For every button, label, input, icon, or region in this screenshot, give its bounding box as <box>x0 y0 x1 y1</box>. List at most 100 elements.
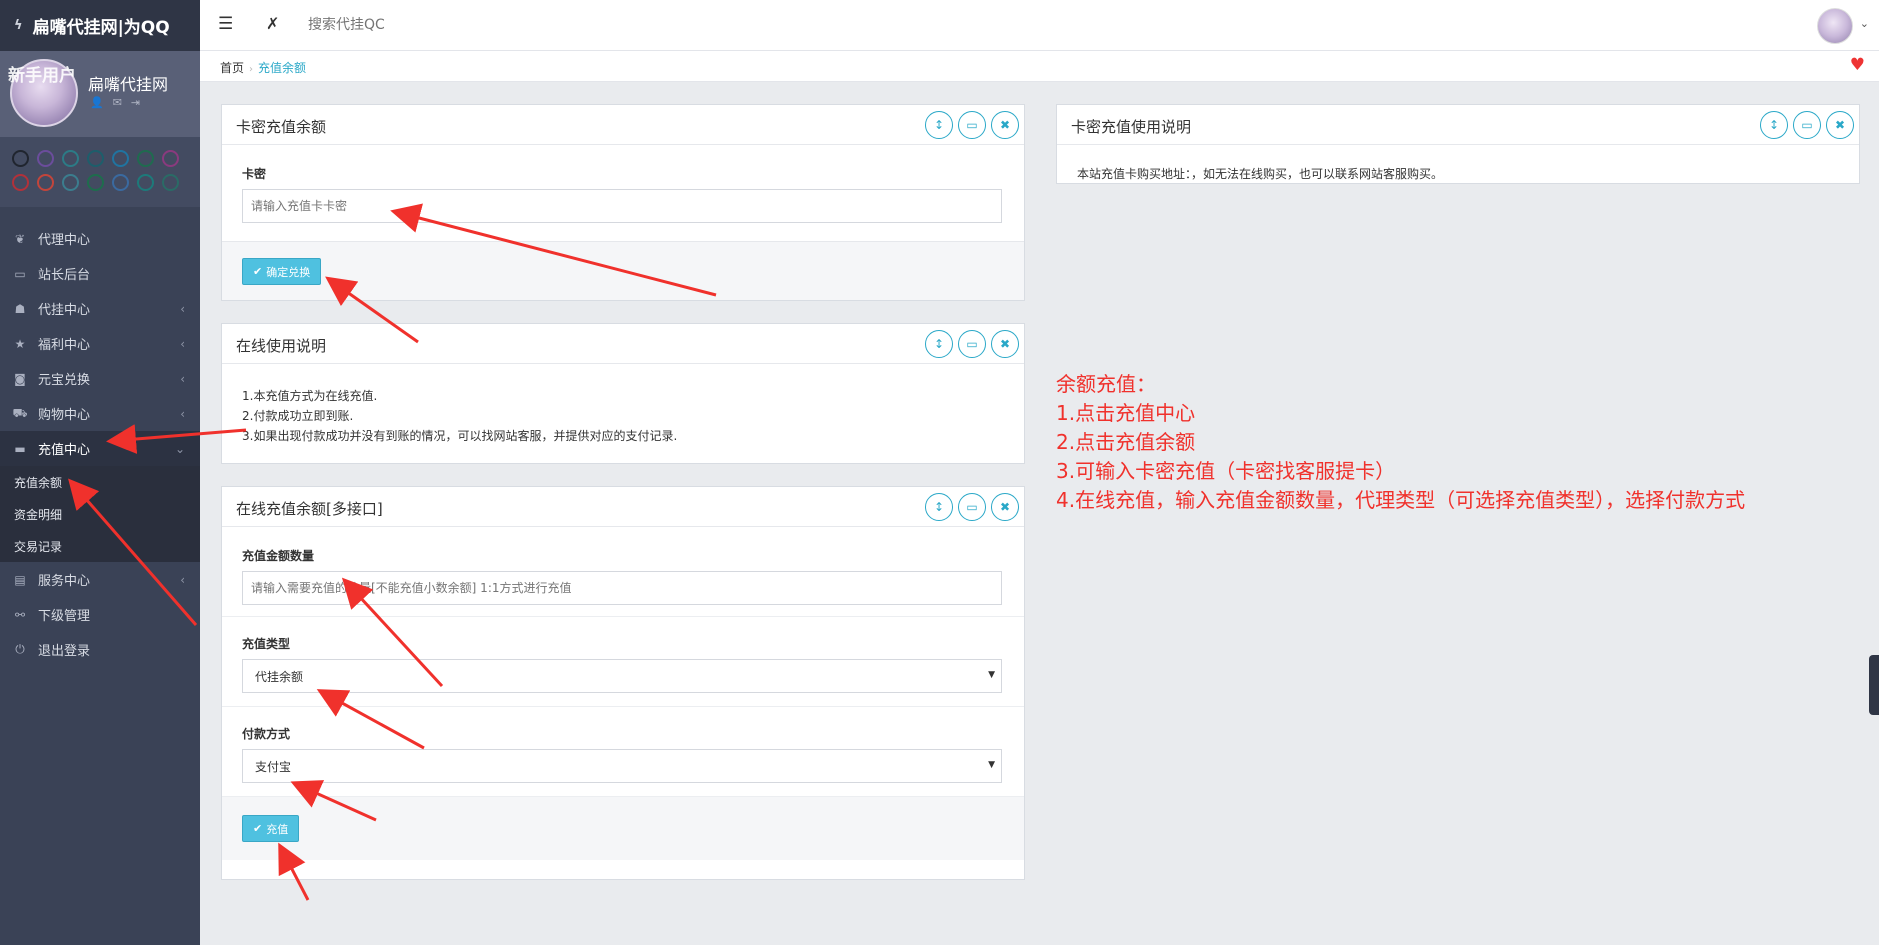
brand-title: 扁嘴代挂网|为QQ <box>32 18 170 38</box>
card-code-input[interactable] <box>242 189 1002 223</box>
theme-swatch[interactable] <box>37 150 54 167</box>
recharge-type-select[interactable]: 代挂余额 ▼ <box>242 659 1002 693</box>
scroll-handle[interactable] <box>1869 655 1879 715</box>
theme-swatch[interactable] <box>87 150 104 167</box>
sidebar-subitem[interactable]: 资金明细 <box>0 498 200 530</box>
panel-header: 在线充值余额[多接口] ↕ ▭ ✖ <box>222 487 1024 527</box>
sidebar-item[interactable]: ▤ 服务中心 ‹ <box>0 562 200 597</box>
sidebar-nav: ❦ 代理中心 ▭ 站长后台 ☗ 代挂中心 ‹ ★ 福利中心 ‹ ◙ 元宝兑换 ‹ ⛟ 购物中心 ‹ ▬ 充值中心 ⌄… <box>0 207 200 667</box>
panel-title: 在线使用说明 <box>236 337 327 355</box>
sidebar-item-label: 福利中心 <box>38 338 91 353</box>
fullscreen-icon[interactable]: ▭ <box>958 111 986 139</box>
theme-swatch[interactable] <box>12 174 29 191</box>
close-icon[interactable]: ✖ <box>991 330 1019 358</box>
qq-icon: ☗ <box>14 301 26 316</box>
chevron-icon: ⌄ <box>174 441 185 456</box>
fullscreen-icon[interactable]: ▭ <box>958 330 986 358</box>
sidebar-subitem[interactable]: 交易记录 <box>0 530 200 562</box>
brand-bar[interactable]: ϟ 扁嘴代挂网|为QQ <box>0 0 200 51</box>
annotation-line: 3.可输入卡密充值（卡密找客服提卡） <box>1056 459 1396 483</box>
sidebar: ϟ 扁嘴代挂网|为QQ 新手用户 扁嘴代挂网 👤 ✉ ⇥ ❦ 代理中心 ▭ 站长后台 ☗… <box>0 0 200 945</box>
theme-swatch[interactable] <box>87 174 104 191</box>
theme-swatch[interactable] <box>12 150 29 167</box>
theme-swatch[interactable] <box>137 174 154 191</box>
theme-swatch[interactable] <box>112 174 129 191</box>
theme-swatch[interactable] <box>37 174 54 191</box>
annotation-line: 2.点击充值余额 <box>1056 430 1196 454</box>
collapse-icon[interactable]: ↕ <box>925 493 953 521</box>
sidebar-item-label: 代理中心 <box>38 233 91 248</box>
annotation-line: 4.在线充值，输入充值金额数量，代理类型（可选择充值类型），选择付款方式 <box>1056 488 1746 512</box>
theme-swatch[interactable] <box>62 150 79 167</box>
close-icon[interactable]: ✖ <box>991 493 1019 521</box>
chevron-icon: ‹ <box>180 406 185 421</box>
breadcrumb-home[interactable]: 首页 <box>220 61 244 75</box>
redeem-button[interactable]: ✔ 确定兑换 <box>242 258 322 285</box>
breadcrumb-separator: › <box>249 64 254 75</box>
sidebar-item[interactable]: ☗ 代挂中心 ‹ <box>0 291 200 326</box>
sidebar-subitem[interactable]: 充值余额 <box>0 466 200 498</box>
panel-header: 在线使用说明 ↕ ▭ ✖ <box>222 324 1024 364</box>
sidebar-item[interactable]: ❦ 代理中心 <box>0 221 200 256</box>
recharge-button[interactable]: ✔ 充值 <box>242 815 300 842</box>
bolt-icon: ϟ <box>14 18 23 33</box>
collapse-icon[interactable]: ↕ <box>925 330 953 358</box>
search-input[interactable] <box>308 14 508 36</box>
chevron-down-icon[interactable]: ⌄ <box>1860 17 1869 30</box>
user-overlay-text: 新手用户 <box>8 66 76 86</box>
sidebar-item[interactable]: ▭ 站长后台 <box>0 256 200 291</box>
panel-controls: ↕ ▭ ✖ <box>925 111 1019 139</box>
theme-swatch[interactable] <box>112 150 129 167</box>
amount-input[interactable] <box>242 571 1002 605</box>
instruction-line: 3.如果出现付款成功并没有到账的情况，可以找网站客服，并提供对应的支付记录. <box>242 429 678 443</box>
fullscreen-icon[interactable]: ▭ <box>1793 111 1821 139</box>
amount-group: 充值金额数量 <box>222 527 1024 617</box>
sidebar-item[interactable]: ⚯ 下级管理 <box>0 597 200 632</box>
sidebar-item-label: 服务中心 <box>38 574 91 589</box>
envelope-icon[interactable]: ✉ <box>113 96 122 109</box>
money-icon: ◙ <box>14 371 26 386</box>
online-recharge-panel: 在线充值余额[多接口] ↕ ▭ ✖ 充值金额数量 充值类型 代挂余额 ▼ 付款方… <box>221 486 1025 880</box>
field-label: 付款方式 <box>242 727 291 741</box>
select-value: 代挂余额 <box>255 669 304 684</box>
collapse-icon[interactable]: ↕ <box>1760 111 1788 139</box>
menu-toggle-icon[interactable]: ☰ <box>218 14 233 34</box>
heart-icon[interactable]: ♥ <box>1850 55 1865 75</box>
panel-header: 卡密充值使用说明 ↕ ▭ ✖ <box>1057 105 1859 145</box>
logout-icon[interactable]: ⇥ <box>131 96 140 109</box>
collapse-icon[interactable]: ↕ <box>925 111 953 139</box>
sidebar-item[interactable]: ▬ 充值中心 ⌄ <box>0 431 200 466</box>
type-group: 充值类型 代挂余额 ▼ <box>222 617 1024 707</box>
theme-swatch[interactable] <box>162 174 179 191</box>
chevron-icon: ‹ <box>180 572 185 587</box>
theme-row <box>12 174 200 191</box>
panel-body: 本站充值卡购买地址：，如无法在线购买，也可以联系网站客服购买。 <box>1057 145 1859 182</box>
recharge-button-label: 充值 <box>266 822 289 836</box>
chevron-icon: ‹ <box>180 371 185 386</box>
theme-swatch[interactable] <box>162 150 179 167</box>
sidebar-item[interactable]: ◙ 元宝兑换 ‹ <box>0 361 200 396</box>
payment-method-select[interactable]: 支付宝 ▼ <box>242 749 1002 783</box>
user-icon[interactable]: 👤 <box>90 96 104 109</box>
theme-swatch[interactable] <box>62 174 79 191</box>
pay-group: 付款方式 支付宝 ▼ <box>222 707 1024 797</box>
card-recharge-panel: 卡密充值余额 ↕ ▭ ✖ 卡密 ✔确定兑换 <box>221 104 1025 301</box>
sidebar-item-label: 代挂中心 <box>38 303 91 318</box>
sidebar-item[interactable]: ⛟ 购物中心 ‹ <box>0 396 200 431</box>
close-icon[interactable]: ✖ <box>1826 111 1854 139</box>
card-info-text: 本站充值卡购买地址：，如无法在线购买，也可以联系网站客服购买。 <box>1077 167 1444 181</box>
sidebar-item-label: 退出登录 <box>38 644 91 659</box>
tools-icon[interactable]: ✗ <box>266 14 279 33</box>
breadcrumb-bar: 首页 › 充值余额 ♥ <box>200 51 1879 82</box>
annotation-text: 余额充值： 1.点击充值中心 2.点击充值余额 3.可输入卡密充值（卡密找客服提… <box>1056 370 1745 515</box>
sidebar-item-label: 充值中心 <box>38 443 91 458</box>
sidebar-item[interactable]: ⏻ 退出登录 <box>0 632 200 667</box>
annotation-line: 余额充值： <box>1056 372 1156 396</box>
caret-down-icon: ▼ <box>988 670 995 680</box>
topbar-avatar[interactable] <box>1817 8 1853 44</box>
user-name: 扁嘴代挂网 <box>88 75 169 94</box>
close-icon[interactable]: ✖ <box>991 111 1019 139</box>
fullscreen-icon[interactable]: ▭ <box>958 493 986 521</box>
sidebar-item[interactable]: ★ 福利中心 ‹ <box>0 326 200 361</box>
theme-swatch[interactable] <box>137 150 154 167</box>
